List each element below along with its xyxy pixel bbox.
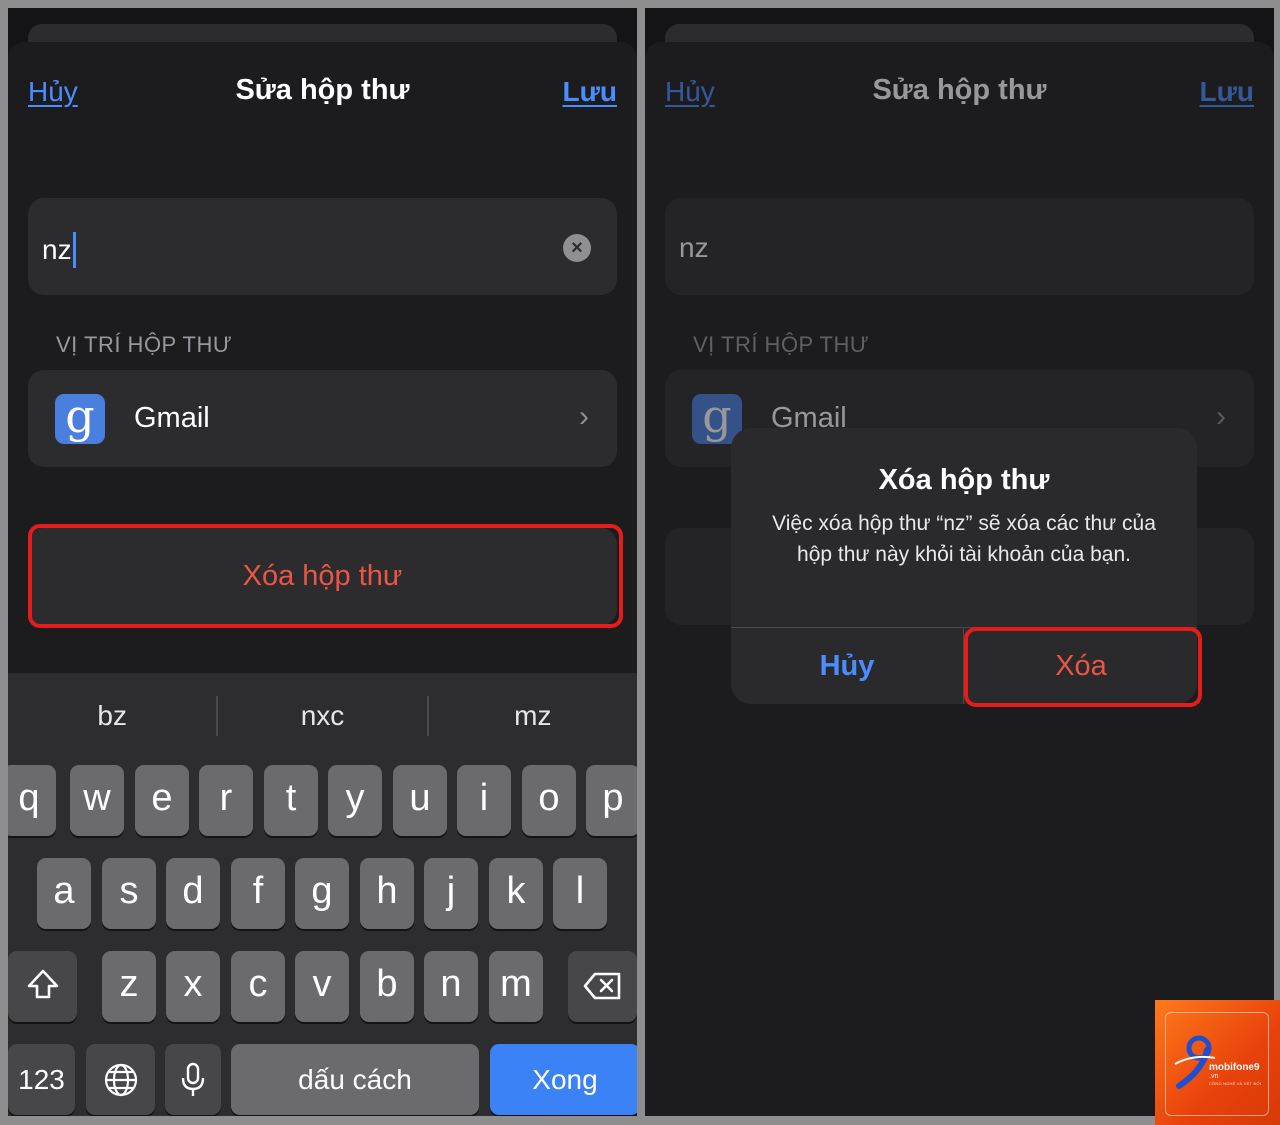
microphone-key[interactable] (165, 1044, 221, 1115)
key-p[interactable]: p (586, 765, 637, 836)
section-label-mailbox-location: VỊ TRÍ HỘP THƯ (693, 332, 870, 357)
right-screen: Hủy Sửa hộp thư Lưu nz VỊ TRÍ HỘP THƯ g … (645, 8, 1274, 1116)
mailbox-location-label: Gmail (134, 402, 210, 434)
key-f[interactable]: f (231, 858, 285, 929)
backspace-icon (583, 972, 620, 1000)
key-n[interactable]: n (424, 951, 478, 1022)
key-b[interactable]: b (360, 951, 414, 1022)
suggestion-item[interactable]: mz (429, 700, 637, 732)
suggestion-item[interactable]: nxc (218, 700, 426, 732)
text-cursor (72, 232, 76, 268)
delete-confirmation-alert: Xóa hộp thư Việc xóa hộp thư “nz” sẽ xóa… (731, 428, 1197, 704)
alert-title: Xóa hộp thư (878, 464, 1050, 496)
key-q[interactable]: q (8, 765, 56, 836)
key-w[interactable]: w (70, 765, 124, 836)
backspace-key[interactable] (568, 951, 637, 1022)
globe-icon (104, 1063, 137, 1097)
key-d[interactable]: d (166, 858, 220, 929)
section-label-mailbox-location: VỊ TRÍ HỘP THƯ (56, 332, 233, 357)
delete-mailbox-button[interactable]: Xóa hộp thư (28, 528, 617, 625)
watermark-domain: .vn (1209, 1073, 1219, 1080)
key-h[interactable]: h (360, 858, 414, 929)
key-o[interactable]: o (522, 765, 576, 836)
alert-message: Việc xóa hộp thư “nz” sẽ xóa các thư của… (772, 512, 1156, 566)
key-j[interactable]: j (424, 858, 478, 929)
key-z[interactable]: z (102, 951, 156, 1022)
mailbox-name-text: nz (42, 234, 72, 265)
watermark-brand: mobifone9 (1209, 1062, 1260, 1073)
key-t[interactable]: t (264, 765, 318, 836)
done-key[interactable]: Xong (490, 1044, 637, 1115)
key-x[interactable]: x (166, 951, 220, 1022)
key-v[interactable]: v (295, 951, 349, 1022)
mailbox-name-text: nz (679, 232, 709, 263)
alert-button-divider (963, 628, 964, 704)
globe-key[interactable] (86, 1044, 155, 1115)
mailbox-name-value: nz (42, 232, 76, 268)
key-g[interactable]: g (295, 858, 349, 929)
chevron-right-icon: › (1216, 400, 1226, 433)
microphone-icon (181, 1062, 205, 1096)
keyboard-suggestions: bz nxc mz (8, 673, 637, 758)
key-e[interactable]: e (135, 765, 189, 836)
clear-text-icon[interactable]: × (563, 234, 591, 262)
shift-key[interactable] (8, 951, 77, 1022)
alert-cancel-button[interactable]: Hủy (731, 628, 963, 704)
key-y[interactable]: y (328, 765, 382, 836)
numbers-key[interactable]: 123 (8, 1044, 75, 1115)
save-button: Lưu (1199, 76, 1254, 107)
shift-icon (27, 969, 58, 999)
mailbox-name-input[interactable]: nz × (28, 198, 617, 295)
page-title: Sửa hộp thư (872, 74, 1047, 106)
key-k[interactable]: k (489, 858, 543, 929)
alert-delete-button[interactable]: Xóa (965, 628, 1197, 704)
keyboard: bz nxc mz q w e r t y u i o p a s d f g … (8, 673, 637, 1116)
page-title: Sửa hộp thư (235, 74, 410, 106)
key-l[interactable]: l (553, 858, 607, 929)
watermark-tagline: CÔNG NGHỆ VÀ KẾT NỐI (1209, 1081, 1262, 1086)
google-g-icon: g (55, 393, 105, 444)
mailbox-name-input: nz (665, 198, 1254, 295)
space-key[interactable]: dấu cách (231, 1044, 479, 1115)
save-button[interactable]: Lưu (563, 76, 617, 108)
mailbox-location-row[interactable]: g Gmail › (28, 370, 617, 467)
key-u[interactable]: u (393, 765, 447, 836)
key-a[interactable]: a (37, 858, 91, 929)
key-m[interactable]: m (489, 951, 543, 1022)
mobifone9-watermark-logo: mobifone9 .vn CÔNG NGHỆ VÀ KẾT NỐI (1155, 1000, 1280, 1125)
key-r[interactable]: r (199, 765, 253, 836)
suggestion-item[interactable]: bz (8, 700, 216, 732)
chevron-right-icon: › (579, 400, 589, 433)
left-screen: Hủy Sửa hộp thư Lưu nz × VỊ TRÍ HỘP THƯ … (8, 8, 637, 1116)
key-s[interactable]: s (102, 858, 156, 929)
key-i[interactable]: i (457, 765, 511, 836)
key-c[interactable]: c (231, 951, 285, 1022)
